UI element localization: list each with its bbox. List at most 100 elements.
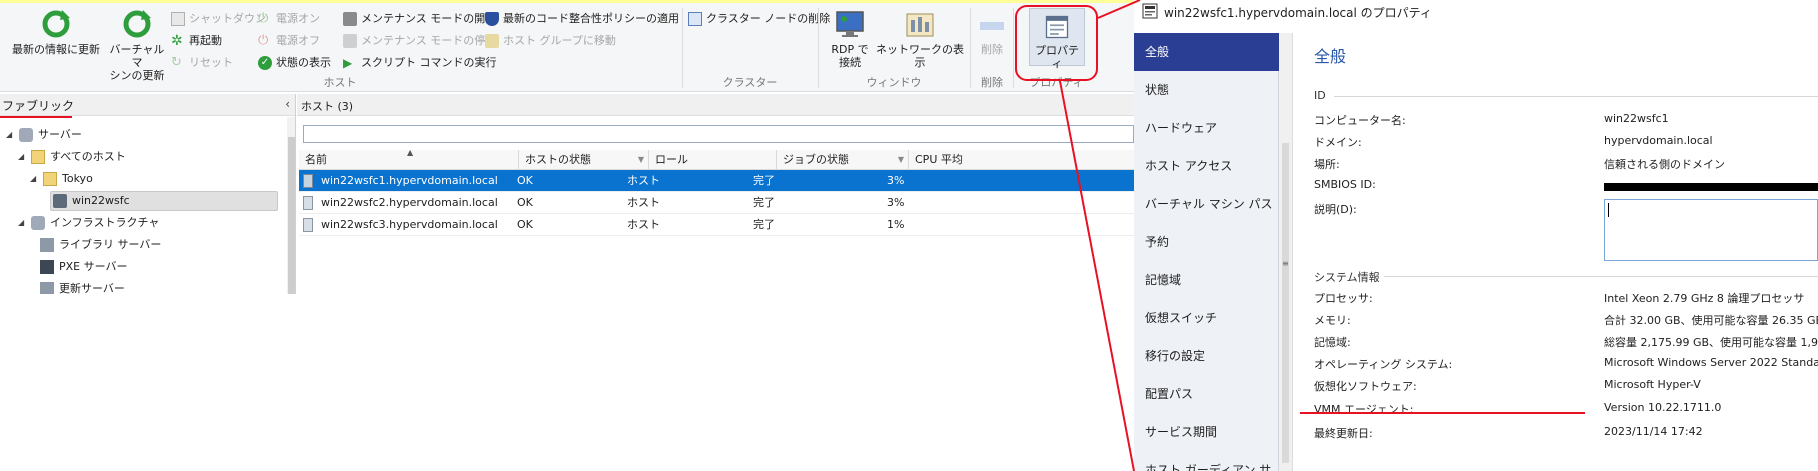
collapse-arrow-icon[interactable]: ◢ [18,213,26,233]
tree-item-update-server[interactable]: 更新サーバー [40,279,125,294]
text-caret [1608,203,1609,217]
show-status-button[interactable]: ✓ 状態の表示 [258,53,331,73]
tree-item-library-server[interactable]: ライブラリ サーバー [40,235,161,255]
host-cpu-cell: 1% [887,218,905,231]
vm-refresh-button[interactable]: バーチャル マ シンの更新 [106,8,168,82]
collapse-arrow-icon[interactable]: ◢ [18,147,26,167]
collapse-arrow-icon[interactable]: ◢ [6,125,14,145]
field-label: メモリ: [1314,314,1351,327]
os-value: Microsoft Windows Server 2022 Standard [1604,356,1818,369]
ribbon-separator [1013,8,1014,88]
nav-item-host-guardian[interactable]: ホスト ガーディアン サービス [1134,451,1279,471]
description-textarea[interactable] [1604,199,1818,261]
rdp-connect-button[interactable]: RDP で 接続 [828,8,872,69]
cluster-icon [53,194,67,208]
host-state-cell: OK [517,174,533,187]
collapse-arrow-icon[interactable]: ◢ [30,169,38,189]
restart-button[interactable]: ✲ 再起動 [171,31,222,51]
dialog-title: win22wsfc1.hypervdomain.local のプロパティ [1164,6,1432,20]
run-script-label: スクリプト コマンドの実行 [361,56,497,69]
host-cpu-cell: 3% [887,196,905,209]
field-label: 仮想化ソフトウェア: [1314,380,1417,393]
ribbon-group-window: RDP で 接続 ネットワークの表示 ウィンドウ [820,4,968,90]
ribbon-separator [682,8,683,88]
reset-button[interactable]: ↻ リセット [171,53,233,73]
field-label: VMM エージェント: [1314,403,1414,416]
hosts-search-input[interactable] [303,125,1134,143]
nav-item-migration[interactable]: 移行の設定 [1134,337,1279,375]
table-row[interactable]: win22wsfc1.hypervdomain.local OK ホスト 完了 … [299,170,1134,192]
tree-item-all-hosts[interactable]: ◢ すべてのホスト [18,147,126,167]
fabric-nav-panel: ファブリック ‹ ◢ サーバー ◢ すべてのホスト ◢ Tokyo win22w… [0,94,296,294]
tree-label: インフラストラクチャ [50,216,160,229]
column-label: 名前 [305,153,327,166]
section-title: 全般 [1314,47,1347,66]
network-icon [906,13,934,37]
tree-label: 更新サーバー [59,282,125,294]
field-label: ドメイン: [1314,136,1362,149]
nav-scrollbar-thumb[interactable] [288,137,295,294]
nav-item-general[interactable]: 全般 [1134,33,1279,71]
remove-node-label: クラスター ノードの削除 [706,12,831,25]
nav-item-hardware[interactable]: ハードウェア [1134,109,1279,147]
delete-button[interactable]: 削除 [974,8,1010,56]
move-to-group-button[interactable]: ホスト グループに移動 [485,31,616,51]
nav-item-reserve[interactable]: 予約 [1134,223,1279,261]
column-header-job-status[interactable]: ジョブの状態 ▼ [777,150,909,170]
table-row[interactable]: win22wsfc2.hypervdomain.local OK ホスト 完了 … [299,192,1134,214]
smbios-id-redacted [1604,183,1818,191]
maintenance-stop-button[interactable]: メンテナンス モードの停止 [343,31,496,51]
power-on-icon: ⏻ [258,11,269,26]
dialog-nav-scrollbar[interactable]: ≡ [1279,33,1293,471]
refresh-button[interactable]: 最新の情報に更新 [8,8,104,56]
nav-item-vm-paths[interactable]: バーチャル マシン パス [1134,185,1279,223]
domain-value: hypervdomain.local [1604,134,1713,147]
column-header-name[interactable]: ▲ 名前 [299,148,519,170]
field-label: 最終更新日: [1314,427,1373,440]
dialog-nav-scrollbar-thumb[interactable] [1282,143,1289,463]
power-on-button[interactable]: ⏻ 電源オン [258,9,320,29]
column-header-cpu-average[interactable]: CPU 平均 [909,150,1134,170]
nav-item-servicing-window[interactable]: サービス期間 [1134,413,1279,451]
remove-cluster-node-button[interactable]: クラスター ノードの削除 [688,9,830,29]
dialog-content: 全般 ID コンピューター名: win22wsfc1 ドメイン: hypervd… [1294,33,1818,471]
host-role-cell: ホスト [627,174,660,187]
run-script-button[interactable]: ▶ スクリプト コマンドの実行 [343,53,497,73]
hosts-title: ホスト (3) [301,100,354,113]
nav-item-virtual-switch[interactable]: 仮想スイッチ [1134,299,1279,337]
maintenance-start-button[interactable]: メンテナンス モードの開始 [343,9,496,29]
show-network-button[interactable]: ネットワークの表示 [874,8,966,69]
nav-item-storage[interactable]: 記憶域 [1134,261,1279,299]
column-header-host-state[interactable]: ホストの状態 ▼ [519,150,649,170]
annotation-highlight-properties [1015,5,1098,81]
dialog-titlebar: win22wsfc1.hypervdomain.local のプロパティ [1134,0,1818,22]
shutdown-button[interactable]: シャットダウン [171,9,266,29]
rdp-label-1: RDP で [831,43,869,56]
field-label: 場所: [1314,158,1340,171]
move-group-label: ホスト グループに移動 [503,34,616,47]
tree-item-pxe-server[interactable]: PXE サーバー [40,257,128,277]
column-label: ホストの状態 [525,153,591,166]
refresh-label: 最新の情報に更新 [12,43,100,56]
storage-value: 総容量 2,175.99 GB、使用可能な容量 1,916.76 GB [1604,336,1818,349]
pxe-server-icon [40,260,54,274]
filter-dropdown-icon[interactable]: ▼ [638,150,644,170]
vm-refresh-label-1: バーチャル マ [109,43,165,69]
nav-scrollbar[interactable] [287,117,295,294]
tree-item-tokyo[interactable]: ◢ Tokyo [30,169,93,189]
nav-item-status[interactable]: 状態 [1134,71,1279,109]
tree-item-win22wsfc[interactable]: win22wsfc [50,191,278,211]
host-name-cell: win22wsfc3.hypervdomain.local [321,218,498,231]
nav-item-host-access[interactable]: ホスト アクセス [1134,147,1279,185]
collapse-panel-button[interactable]: ‹ [285,97,290,111]
tree-item-servers[interactable]: ◢ サーバー [6,125,82,145]
apply-policy-button[interactable]: 最新のコード整合性ポリシーの適用 [485,9,679,29]
column-header-role[interactable]: ロール [649,150,777,170]
location-value: 信頼される側のドメイン [1604,158,1725,171]
nav-item-placement-paths[interactable]: 配置パス [1134,375,1279,413]
filter-dropdown-icon[interactable]: ▼ [898,150,904,170]
table-row[interactable]: win22wsfc3.hypervdomain.local OK ホスト 完了 … [299,214,1134,236]
tree-item-infrastructure[interactable]: ◢ インフラストラクチャ [18,213,159,233]
network-label: ネットワークの表示 [876,43,964,69]
power-off-button[interactable]: ⏻ 電源オフ [258,31,320,51]
